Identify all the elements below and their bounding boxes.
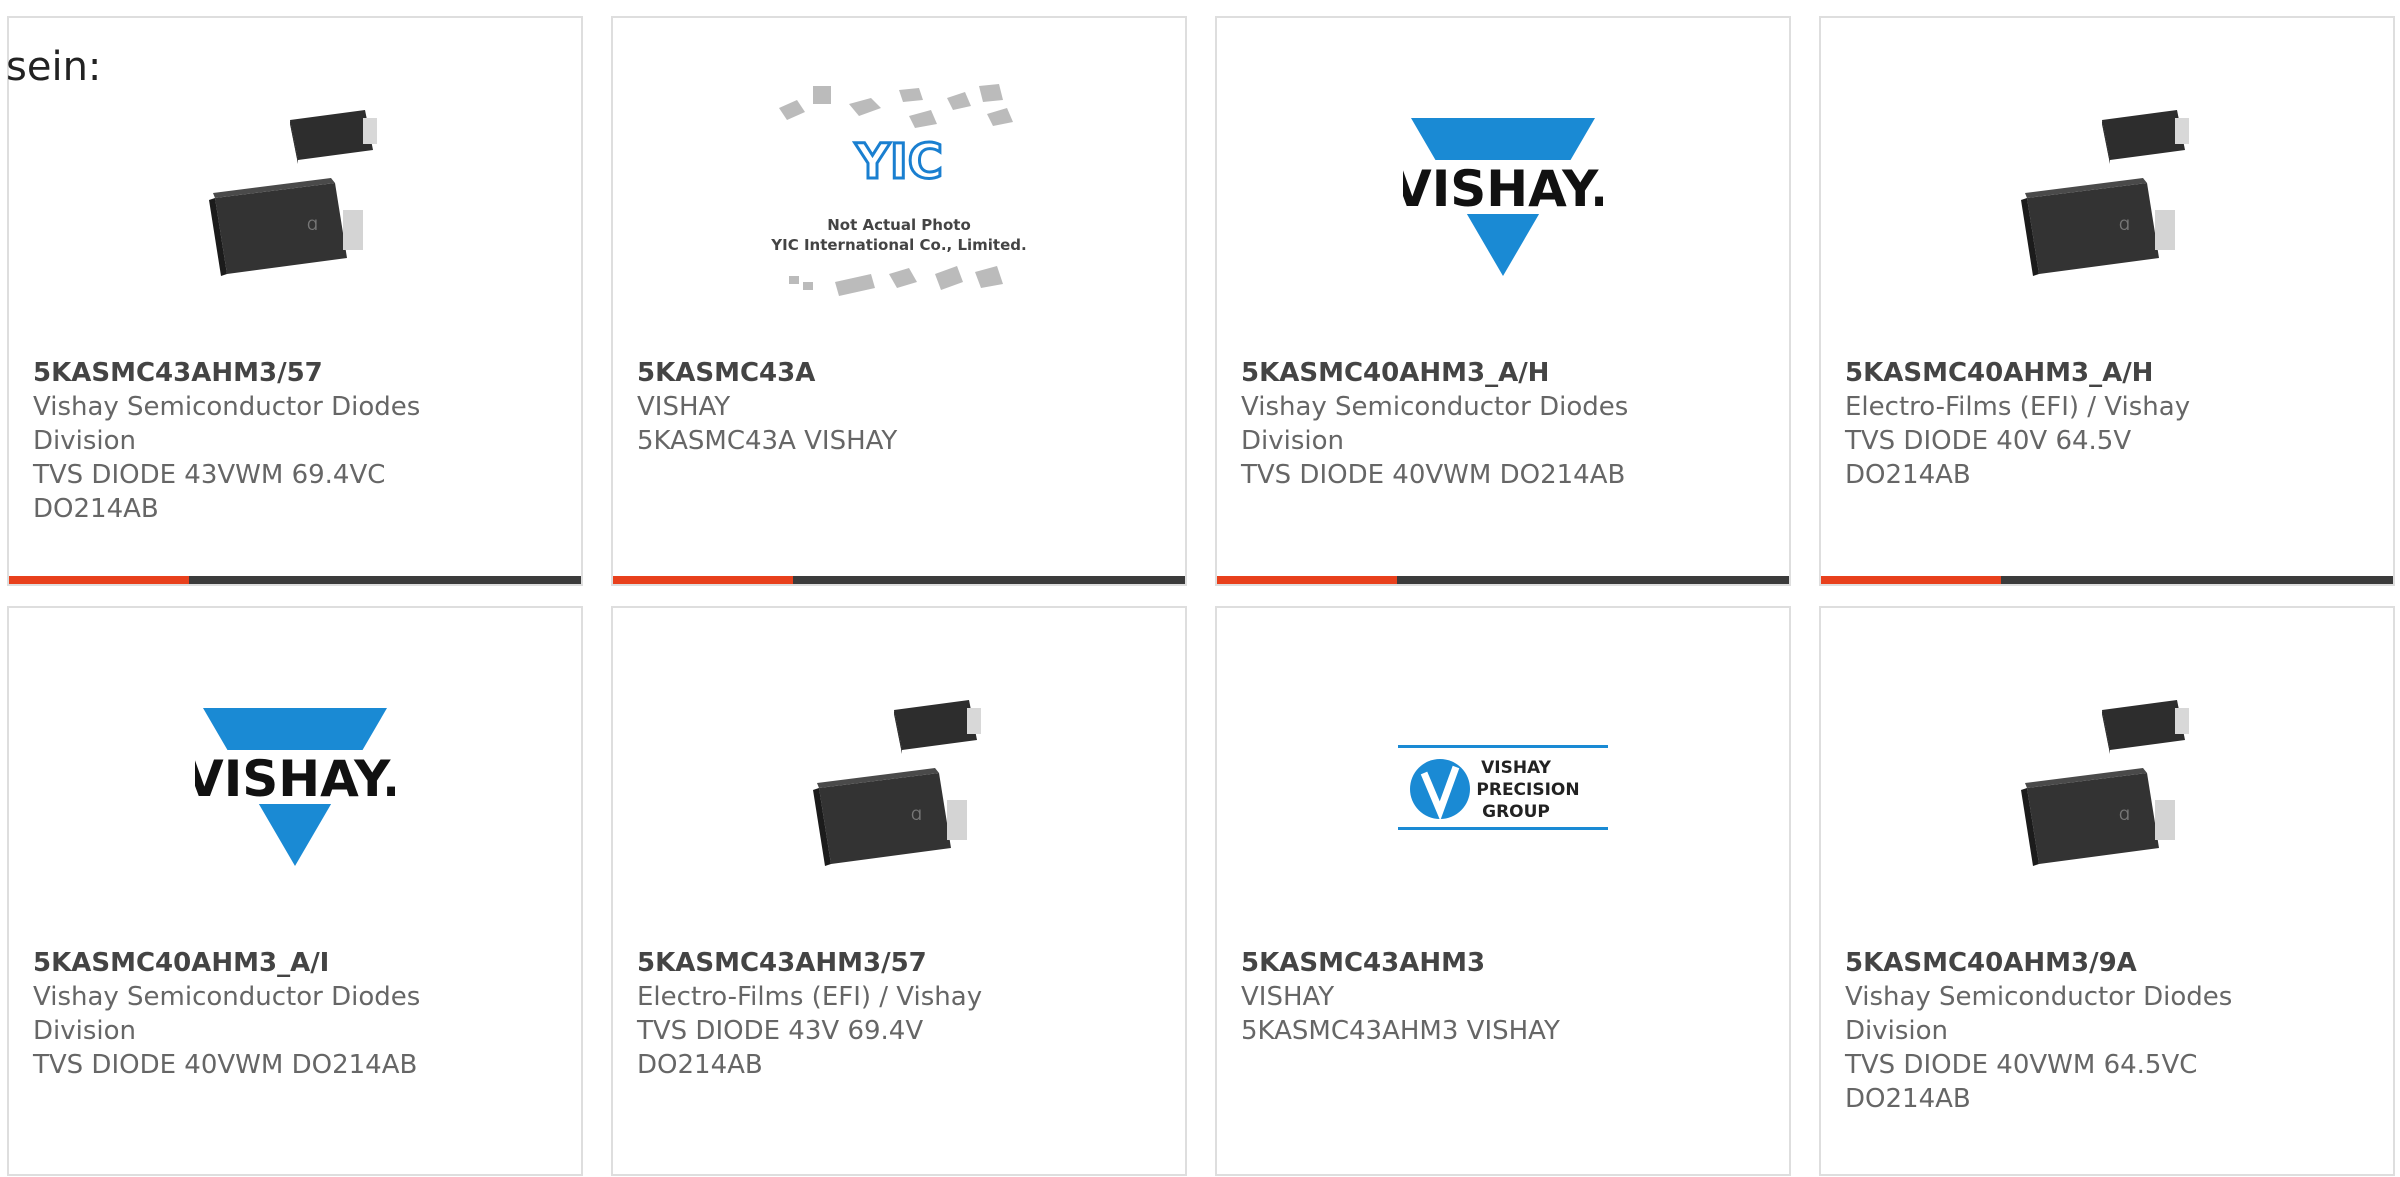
yic-placeholder-icon: YIC Not Actual Photo YIC International C… (770, 84, 1027, 296)
card-bar-accent (613, 576, 794, 584)
vishay-logo-icon: VISHAY. (195, 708, 395, 866)
part-number-link[interactable]: 5KASMC43AHM3/57 (33, 356, 433, 390)
placeholder-caption-2: YIC International Co., Limited. (770, 236, 1026, 254)
product-image[interactable]: Ɑ (613, 668, 1185, 908)
card-bar-accent (9, 576, 190, 584)
card-bar (9, 576, 581, 584)
part-number-link[interactable]: 5KASMC40AHM3/9A (1845, 946, 2245, 980)
product-card[interactable]: Ɑ 5KASMC43AHM3/57 Electro-Films (EFI) / … (611, 606, 1187, 1176)
svg-text:Ɑ: Ɑ (911, 808, 922, 824)
part-number-link[interactable]: 5KASMC43AHM3 (1241, 946, 1641, 980)
card-bar-accent (1217, 576, 1398, 584)
description: TVS DIODE 40VWM DO214AB (33, 1050, 418, 1080)
product-image[interactable]: Ɑ (1821, 668, 2393, 908)
vpg-logo-icon: VISHAY PRECISION GROUP (1398, 745, 1608, 830)
logo-line-2: PRECISION (1476, 780, 1579, 800)
manufacturer: VISHAY (1241, 982, 1335, 1012)
product-card[interactable]: VISHAY. 5KASMC40AHM3_A/H Vishay Semicond… (1215, 16, 1791, 586)
logo-line-1: VISHAY (1481, 758, 1551, 778)
logo-line-3: GROUP (1482, 802, 1550, 822)
vishay-logo-icon: VISHAY. (1403, 118, 1603, 276)
product-image[interactable]: Ɑ (1821, 78, 2393, 318)
product-card[interactable]: Ɑ 5KASMC40AHM3/9A Vishay Semiconductor D… (1819, 606, 2395, 1176)
manufacturer: Vishay Semiconductor Diodes Division (33, 392, 421, 456)
part-number-link[interactable]: 5KASMC43A (637, 356, 1037, 390)
manufacturer: Vishay Semiconductor Diodes Division (1845, 982, 2233, 1046)
product-card[interactable]: YIC Not Actual Photo YIC International C… (611, 16, 1187, 586)
description: 5KASMC43AHM3 VISHAY (1241, 1016, 1560, 1046)
description: TVS DIODE 43V 69.4V DO214AB (637, 1016, 924, 1080)
product-card[interactable]: Ɑ 5KASMC40AHM3_A/H Electro-Films (EFI) /… (1819, 16, 2395, 586)
intro-text: sein: (6, 44, 102, 90)
product-image[interactable]: VISHAY PRECISION GROUP (1217, 668, 1789, 908)
card-bar (613, 576, 1185, 584)
logo-text: VISHAY. (195, 750, 395, 808)
card-bar-accent (1821, 576, 2002, 584)
product-image[interactable]: YIC Not Actual Photo YIC International C… (613, 78, 1185, 318)
product-image[interactable]: Ɑ (9, 78, 581, 318)
part-number-link[interactable]: 5KASMC40AHM3_A/H (1845, 356, 2245, 390)
card-bar (1217, 576, 1789, 584)
logo-text: VISHAY. (1403, 160, 1603, 218)
manufacturer: Vishay Semiconductor Diodes Division (33, 982, 421, 1046)
part-number-link[interactable]: 5KASMC43AHM3/57 (637, 946, 1037, 980)
part-number-link[interactable]: 5KASMC40AHM3_A/H (1241, 356, 1641, 390)
smc-diode-icon: Ɑ (2021, 700, 2189, 866)
manufacturer: Electro-Films (EFI) / Vishay (637, 982, 983, 1012)
product-card[interactable]: VISHAY PRECISION GROUP 5KASMC43AHM3 VISH… (1215, 606, 1791, 1176)
card-bar (1821, 576, 2393, 584)
part-number-link[interactable]: 5KASMC40AHM3_A/I (33, 946, 433, 980)
smc-diode-icon: Ɑ (209, 110, 377, 276)
manufacturer: VISHAY (637, 392, 731, 422)
svg-text:Ɑ: Ɑ (307, 218, 318, 234)
description: 5KASMC43A VISHAY (637, 426, 898, 456)
smc-diode-icon: Ɑ (813, 700, 981, 866)
manufacturer: Vishay Semiconductor Diodes Division (1241, 392, 1629, 456)
product-card[interactable]: Ɑ 5KASMC43AHM3/57 Vishay Semiconductor D… (7, 16, 583, 586)
svg-text:Ɑ: Ɑ (2119, 218, 2130, 234)
svg-text:Ɑ: Ɑ (2119, 808, 2130, 824)
description: TVS DIODE 40VWM DO214AB (1241, 460, 1626, 490)
manufacturer: Electro-Films (EFI) / Vishay (1845, 392, 2191, 422)
description: TVS DIODE 40VWM 64.5VC DO214AB (1845, 1050, 2198, 1114)
product-grid: Ɑ 5KASMC43AHM3/57 Vishay Semiconductor D… (7, 16, 2400, 1177)
product-image[interactable]: VISHAY. (1217, 78, 1789, 318)
product-card[interactable]: VISHAY. 5KASMC40AHM3_A/I Vishay Semicond… (7, 606, 583, 1176)
smc-diode-icon: Ɑ (2021, 110, 2189, 276)
description: TVS DIODE 43VWM 69.4VC DO214AB (33, 460, 386, 524)
svg-text:YIC: YIC (854, 134, 943, 190)
placeholder-caption-1: Not Actual Photo (827, 216, 971, 234)
product-image[interactable]: VISHAY. (9, 668, 581, 908)
description: TVS DIODE 40V 64.5V DO214AB (1845, 426, 2132, 490)
